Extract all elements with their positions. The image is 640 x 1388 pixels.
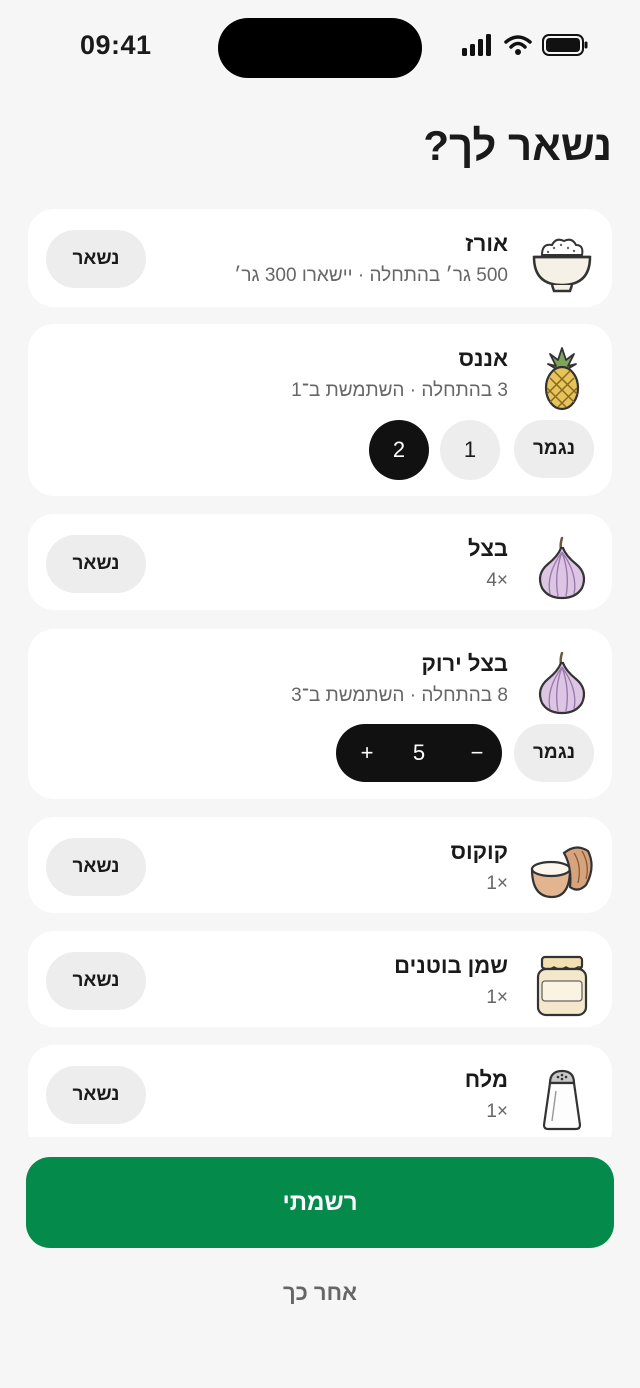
item-meta: ×4 xyxy=(486,570,508,591)
battery-icon xyxy=(542,34,588,56)
increment-button[interactable]: + xyxy=(342,724,392,782)
list-item: קוקוס ×1 נשאר xyxy=(28,817,612,913)
item-meta: 3 בהתחלה · השתמשת ב־1 xyxy=(291,380,508,401)
dynamic-island xyxy=(218,18,422,78)
item-name: קוקוס xyxy=(450,839,508,864)
status-icons xyxy=(462,34,588,56)
remaining-button[interactable]: נשאר xyxy=(46,838,146,896)
signal-icon xyxy=(462,34,491,56)
onion-icon xyxy=(538,651,586,715)
rice-bowl-icon xyxy=(532,238,592,293)
list-item: בצל ירוק 8 בהתחלה · השתמשת ב־3 נגמר − 5 … xyxy=(28,629,612,799)
remaining-button[interactable]: נשאר xyxy=(46,535,146,593)
item-name: אננס xyxy=(458,346,508,371)
item-meta: ×1 xyxy=(486,1101,508,1122)
pineapple-icon xyxy=(544,347,580,411)
list-item: שמן בוטנים ×1 נשאר xyxy=(28,931,612,1027)
finished-button[interactable]: נגמר xyxy=(514,420,594,478)
finished-button[interactable]: נגמר xyxy=(514,724,594,782)
item-name: אורז xyxy=(465,231,508,256)
amount-option-1[interactable]: 1 xyxy=(440,420,500,480)
list-item: מלח ×1 נשאר xyxy=(28,1045,612,1137)
items-list[interactable]: אורז 500 גר׳ בהתחלה · יישארו 300 גר׳ נשא… xyxy=(28,209,612,1137)
item-meta: 500 גר׳ בהתחלה · יישארו 300 גר׳ xyxy=(234,265,508,286)
item-name: בצל ירוק xyxy=(421,651,508,676)
wifi-icon xyxy=(504,35,532,55)
list-item: אננס 3 בהתחלה · השתמשת ב־1 נגמר 1 2 xyxy=(28,324,612,496)
quantity-stepper: − 5 + xyxy=(336,724,502,782)
coconut-icon xyxy=(530,846,593,899)
item-meta: 8 בהתחלה · השתמשת ב־3 xyxy=(291,685,508,706)
item-name: שמן בוטנים xyxy=(394,953,508,978)
confirm-button[interactable]: רשמתי xyxy=(26,1157,614,1248)
remaining-button[interactable]: נשאר xyxy=(46,1066,146,1124)
remaining-button[interactable]: נשאר xyxy=(46,952,146,1010)
item-name: מלח xyxy=(464,1067,508,1092)
decrement-button[interactable]: − xyxy=(452,724,502,782)
list-item: אורז 500 גר׳ בהתחלה · יישארו 300 גר׳ נשא… xyxy=(28,209,612,307)
peanut-butter-jar-icon xyxy=(536,955,588,1017)
item-meta: ×1 xyxy=(486,873,508,894)
remaining-button[interactable]: נשאר xyxy=(46,230,146,288)
later-link[interactable]: אחר כך xyxy=(0,1280,640,1306)
list-item: בצל ×4 נשאר xyxy=(28,514,612,610)
item-meta: ×1 xyxy=(486,987,508,1008)
salt-shaker-icon xyxy=(542,1069,582,1131)
onion-icon xyxy=(538,536,586,600)
page-title: נשאר לך? xyxy=(423,122,612,169)
status-time: 09:41 xyxy=(80,30,152,60)
status-bar: 09:41 xyxy=(0,0,640,100)
amount-option-2[interactable]: 2 xyxy=(369,420,429,480)
item-name: בצל xyxy=(467,536,508,561)
stepper-value: 5 xyxy=(412,740,426,765)
